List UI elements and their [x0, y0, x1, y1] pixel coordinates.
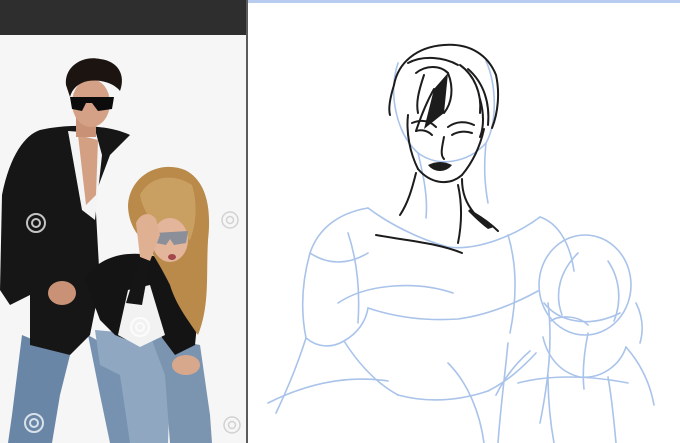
reference-photo[interactable]: [0, 35, 246, 443]
sketch-drawing[interactable]: [248, 3, 680, 443]
drawing-canvas[interactable]: [248, 0, 680, 443]
reference-panel: [0, 0, 246, 443]
reference-panel-toolbar: [0, 0, 246, 35]
